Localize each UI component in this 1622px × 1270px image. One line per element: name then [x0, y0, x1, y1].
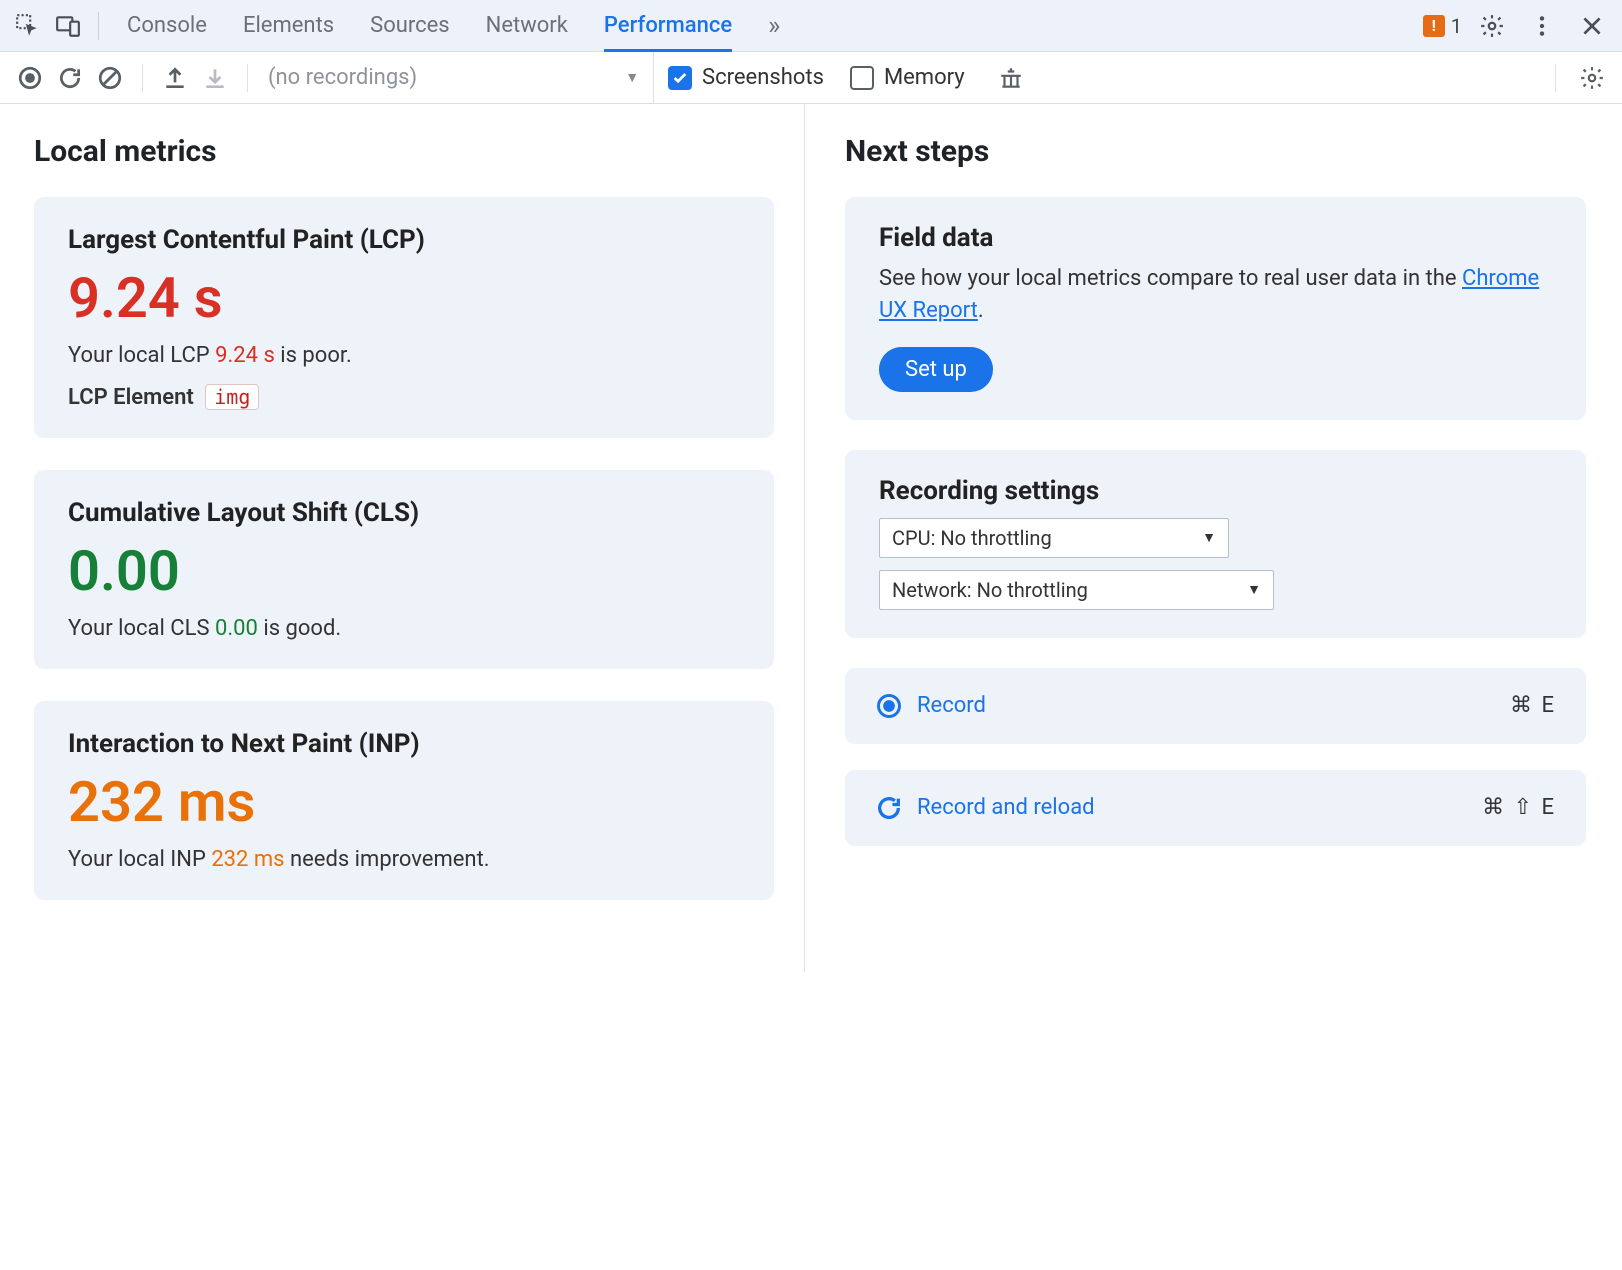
- issues-counter[interactable]: ! 1: [1423, 14, 1462, 38]
- inp-title: Interaction to Next Paint (INP): [68, 729, 740, 759]
- capture-settings-icon[interactable]: [1572, 58, 1612, 98]
- text: is poor.: [275, 343, 352, 368]
- field-data-card: Field data See how your local metrics co…: [845, 197, 1586, 420]
- lcp-title: Largest Contentful Paint (LCP): [68, 225, 740, 255]
- screenshots-label: Screenshots: [702, 65, 824, 90]
- cls-title: Cumulative Layout Shift (CLS): [68, 498, 740, 528]
- setup-button[interactable]: Set up: [879, 347, 993, 392]
- clear-icon[interactable]: [90, 58, 130, 98]
- performance-panel: Local metrics Largest Contentful Paint (…: [0, 104, 1622, 972]
- panel-tabs: Console Elements Sources Network Perform…: [127, 0, 1423, 51]
- inp-summary-value: 232 ms: [211, 847, 284, 872]
- recording-settings-title: Recording settings: [879, 476, 1552, 506]
- record-icon[interactable]: [10, 58, 50, 98]
- chevron-down-icon: ▼: [1202, 529, 1216, 546]
- memory-label: Memory: [884, 65, 965, 90]
- chevron-down-icon: ▼: [1247, 581, 1261, 598]
- memory-checkbox[interactable]: Memory: [850, 65, 965, 90]
- tab-elements[interactable]: Elements: [243, 0, 334, 51]
- tab-network[interactable]: Network: [486, 0, 568, 51]
- lcp-element-row: LCP Element img: [68, 384, 740, 410]
- chevron-down-icon: ▼: [625, 69, 639, 86]
- inspect-element-icon[interactable]: [8, 6, 48, 46]
- warning-icon: !: [1423, 15, 1445, 37]
- text: .: [978, 298, 984, 323]
- download-icon: [195, 58, 235, 98]
- next-steps-column: Next steps Field data See how your local…: [805, 104, 1622, 912]
- recordings-label: (no recordings): [268, 65, 417, 90]
- record-circle-icon: [875, 692, 903, 720]
- device-toolbar-icon[interactable]: [48, 6, 88, 46]
- recording-settings-card: Recording settings CPU: No throttling ▼ …: [845, 450, 1586, 638]
- inp-card: Interaction to Next Paint (INP) 232 ms Y…: [34, 701, 774, 900]
- tab-console[interactable]: Console: [127, 0, 207, 51]
- devtools-tabbar: Console Elements Sources Network Perform…: [0, 0, 1622, 52]
- checkbox-icon: [668, 66, 692, 90]
- record-shortcut: ⌘ E: [1510, 693, 1556, 718]
- field-data-title: Field data: [879, 223, 1552, 253]
- close-devtools-icon[interactable]: [1572, 6, 1612, 46]
- collect-garbage-icon[interactable]: [991, 58, 1031, 98]
- upload-icon[interactable]: [155, 58, 195, 98]
- text: needs improvement.: [285, 847, 490, 872]
- record-label: Record: [917, 693, 986, 718]
- separator: [98, 12, 99, 40]
- cls-value: 0.00: [68, 538, 740, 604]
- checkbox-icon: [850, 66, 874, 90]
- lcp-card: Largest Contentful Paint (LCP) 9.24 s Yo…: [34, 197, 774, 438]
- lcp-summary-value: 9.24 s: [215, 343, 275, 368]
- field-data-desc: See how your local metrics compare to re…: [879, 263, 1552, 327]
- kebab-menu-icon[interactable]: [1522, 6, 1562, 46]
- record-reload-shortcut: ⌘ ⇧ E: [1482, 795, 1556, 820]
- issues-count: 1: [1451, 14, 1462, 38]
- screenshots-checkbox[interactable]: Screenshots: [668, 65, 824, 90]
- tab-sources[interactable]: Sources: [370, 0, 450, 51]
- more-tabs-icon[interactable]: »: [768, 0, 780, 51]
- cpu-throttling-select[interactable]: CPU: No throttling ▼: [879, 518, 1229, 558]
- network-throttling-value: Network: No throttling: [892, 578, 1088, 602]
- separator: [1555, 64, 1556, 92]
- inp-summary: Your local INP 232 ms needs improvement.: [68, 847, 740, 872]
- reload-icon: [875, 794, 903, 822]
- performance-toolbar: (no recordings) ▼ Screenshots Memory: [0, 52, 1622, 104]
- separator: [653, 52, 654, 103]
- network-throttling-select[interactable]: Network: No throttling ▼: [879, 570, 1274, 610]
- text: Your local INP: [68, 847, 211, 872]
- text: Your local CLS: [68, 616, 215, 641]
- record-action[interactable]: Record ⌘ E: [845, 668, 1586, 744]
- cls-summary: Your local CLS 0.00 is good.: [68, 616, 740, 641]
- tab-performance[interactable]: Performance: [604, 0, 732, 51]
- cpu-throttling-value: CPU: No throttling: [892, 526, 1052, 550]
- separator: [142, 64, 143, 92]
- text: See how your local metrics compare to re…: [879, 266, 1462, 291]
- text: Your local LCP: [68, 343, 215, 368]
- inp-value: 232 ms: [68, 769, 740, 835]
- local-metrics-column: Local metrics Largest Contentful Paint (…: [0, 104, 805, 972]
- reload-record-icon[interactable]: [50, 58, 90, 98]
- separator: [247, 64, 248, 92]
- local-metrics-heading: Local metrics: [34, 134, 774, 169]
- record-reload-action[interactable]: Record and reload ⌘ ⇧ E: [845, 770, 1586, 846]
- lcp-summary: Your local LCP 9.24 s is poor.: [68, 343, 740, 368]
- settings-icon[interactable]: [1472, 6, 1512, 46]
- record-reload-label: Record and reload: [917, 795, 1095, 820]
- lcp-element-label: LCP Element: [68, 385, 194, 410]
- cls-summary-value: 0.00: [215, 616, 258, 641]
- recordings-dropdown[interactable]: (no recordings): [268, 65, 445, 90]
- lcp-element-tag[interactable]: img: [205, 384, 259, 410]
- text: is good.: [258, 616, 341, 641]
- lcp-value: 9.24 s: [68, 265, 740, 331]
- cls-card: Cumulative Layout Shift (CLS) 0.00 Your …: [34, 470, 774, 669]
- next-steps-heading: Next steps: [845, 134, 1586, 169]
